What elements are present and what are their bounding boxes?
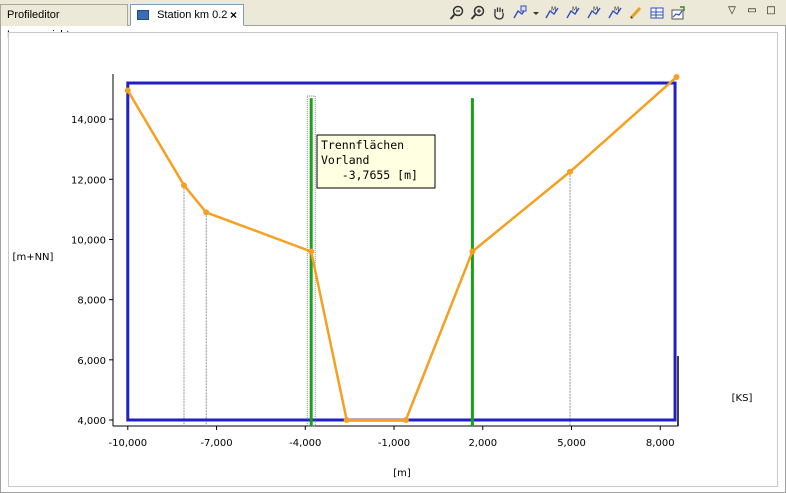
profile-point[interactable]: [308, 248, 315, 255]
y-tick-label: 12,000: [71, 175, 106, 186]
x-tick-label: 8,000: [646, 438, 675, 449]
tooltip-line: Trennflächen: [321, 138, 404, 152]
y-tick-label: 4,000: [77, 416, 106, 427]
x-tick-label: -1,000: [378, 438, 410, 449]
profile-point[interactable]: [402, 416, 409, 423]
x-tick-label: 2,000: [468, 438, 497, 449]
x-tick-label: -7,000: [200, 438, 232, 449]
profile-point[interactable]: [567, 168, 574, 175]
profile-point[interactable]: [203, 209, 210, 216]
y-tick-label: 14,000: [71, 115, 106, 126]
profile-point[interactable]: [343, 416, 350, 423]
x-axis-label: [m]: [393, 468, 411, 479]
y-axis-label: [m+NN]: [13, 252, 54, 263]
tooltip-line: Vorland: [321, 153, 369, 167]
y-tick-label: 6,000: [77, 356, 106, 367]
x-tick-label: -4,000: [289, 438, 321, 449]
profile-boundary-box[interactable]: [126, 81, 677, 422]
y-tick-label: 8,000: [77, 296, 106, 307]
ks-axis-label: [KS]: [732, 393, 753, 404]
profile-line[interactable]: [126, 76, 678, 422]
profile-point[interactable]: [180, 182, 187, 189]
x-tick-label: -10,000: [108, 438, 147, 449]
profile-chart[interactable]: 4,000 6,000 8,000 10,000 12,000 14,000 -10,000…: [0, 0, 786, 493]
x-tick-label: 5,000: [557, 438, 586, 449]
profile-point[interactable]: [124, 87, 131, 94]
tooltip-line: -3,7655 [m]: [321, 168, 418, 182]
profile-point[interactable]: [673, 74, 680, 81]
y-tick-label: 10,000: [71, 235, 106, 246]
profile-point[interactable]: [469, 248, 476, 255]
